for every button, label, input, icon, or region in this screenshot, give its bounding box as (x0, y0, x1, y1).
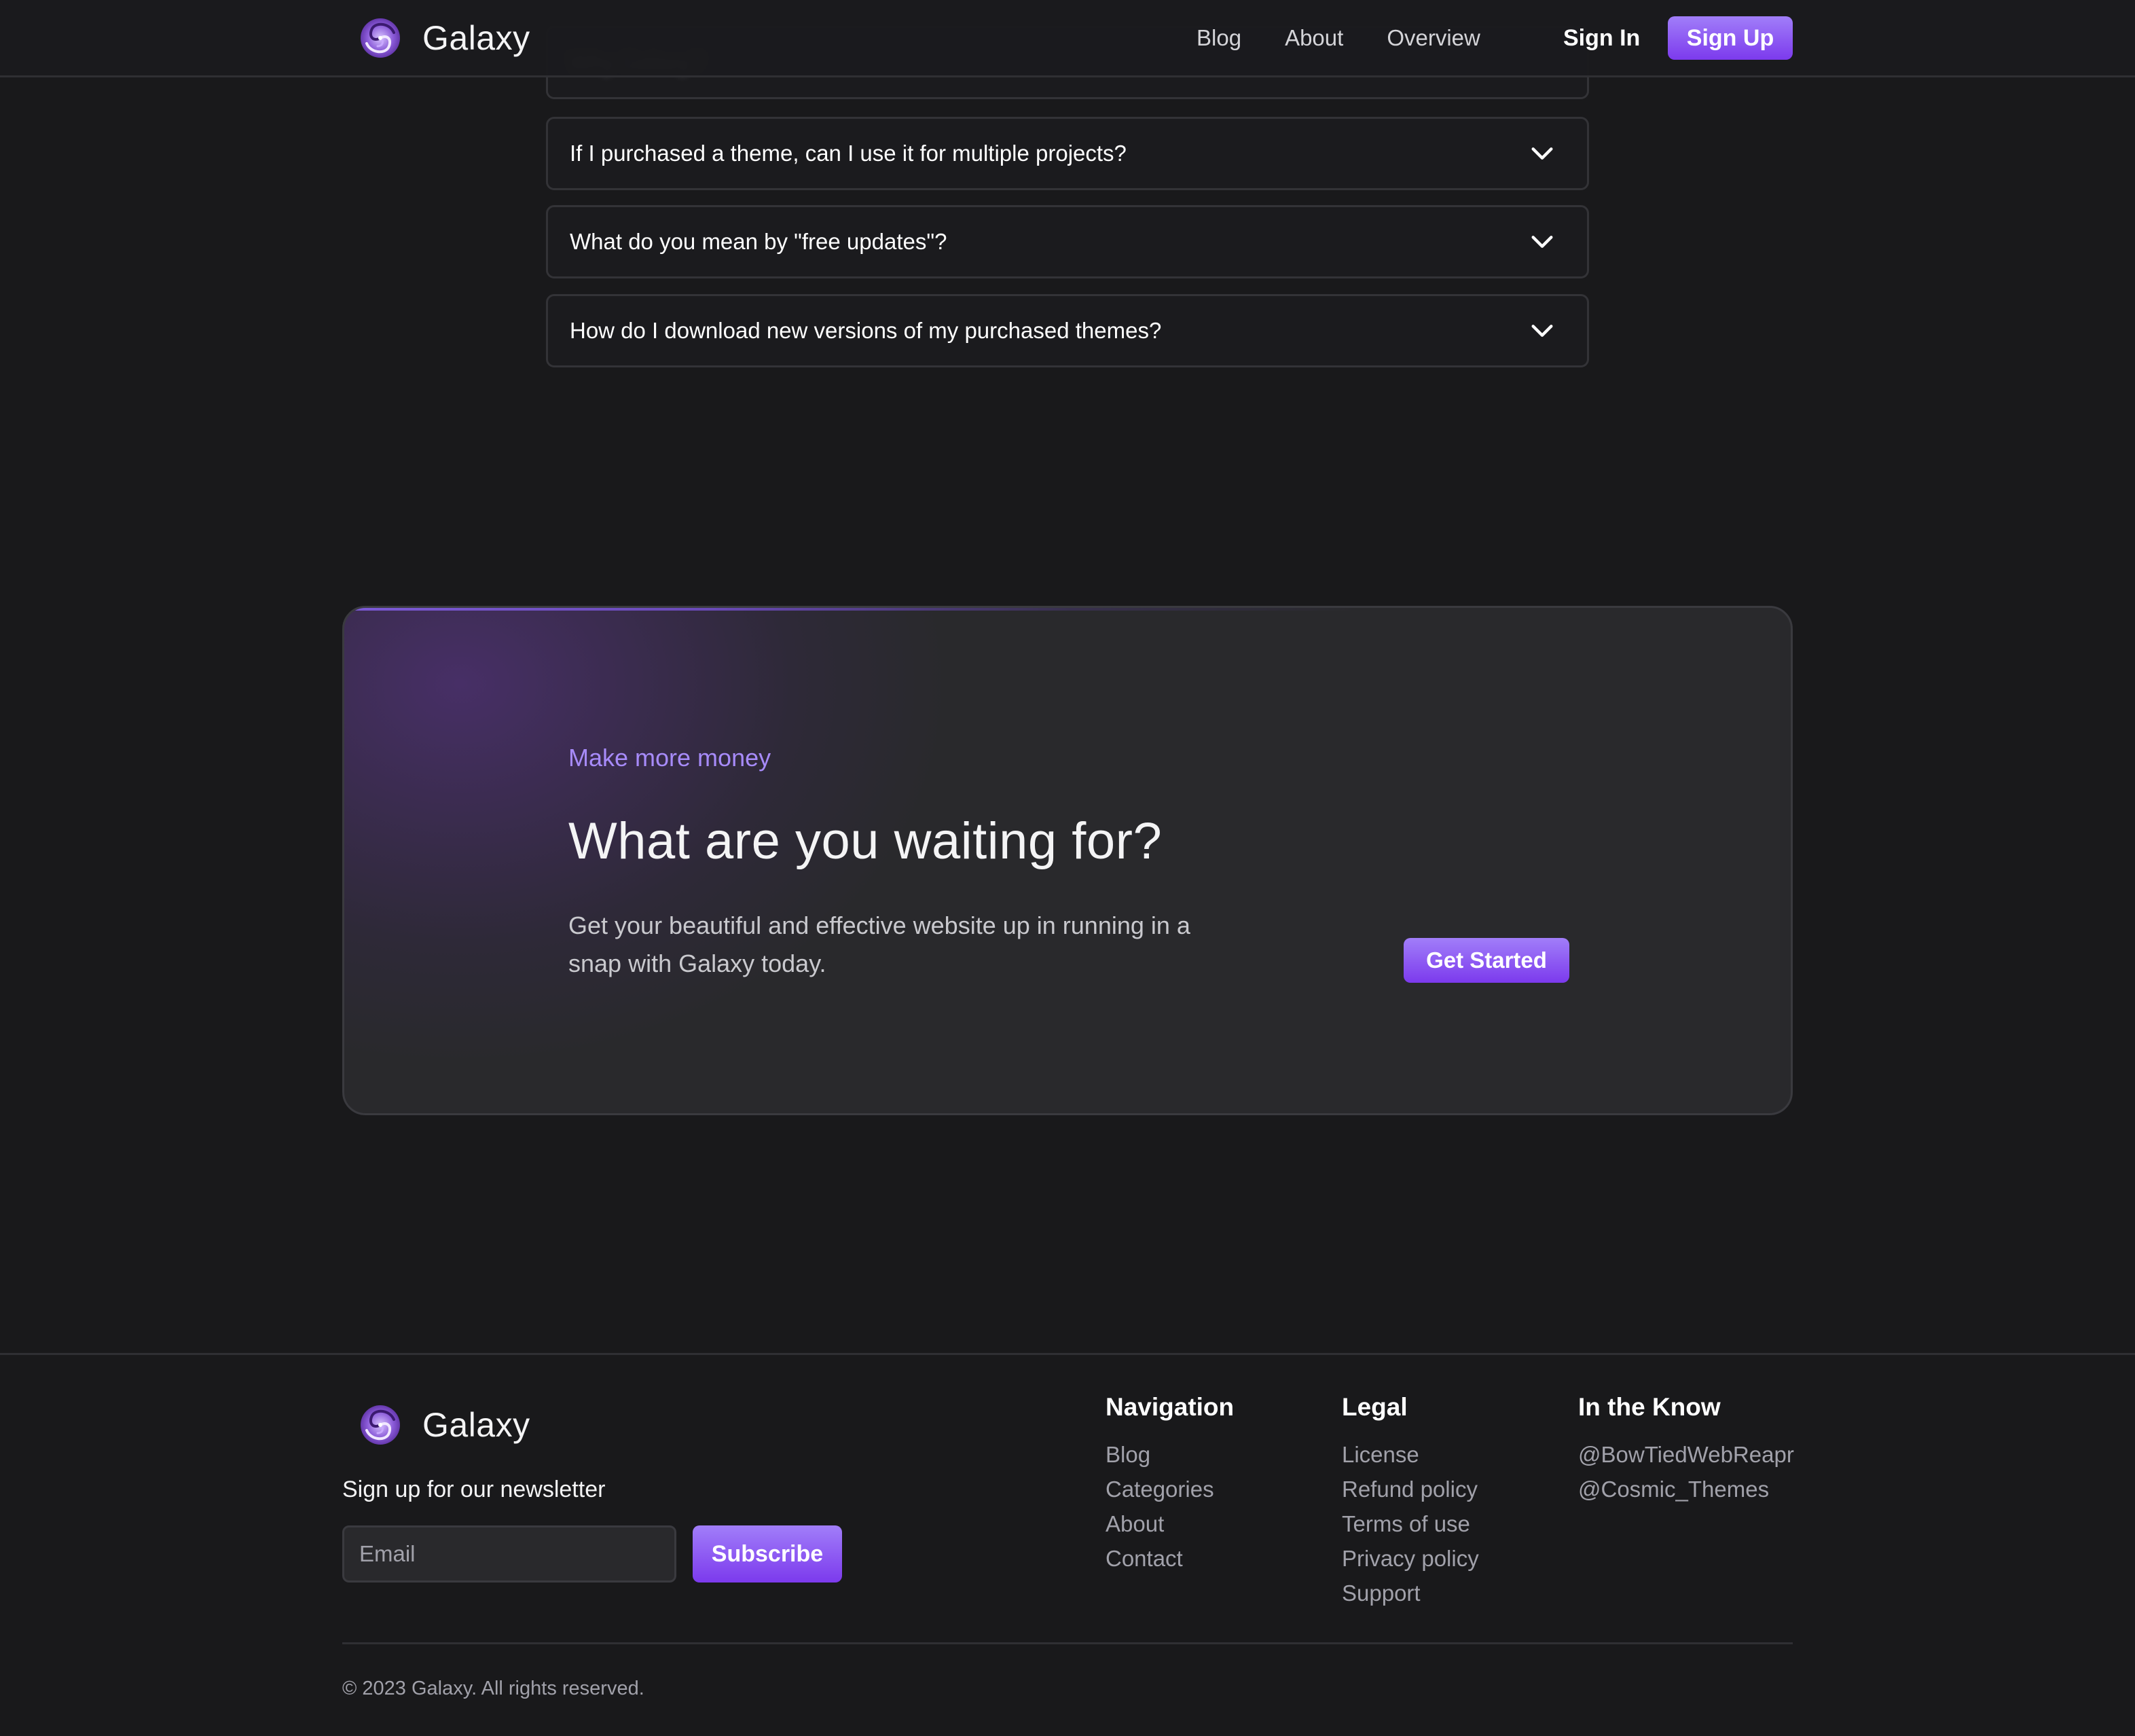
nav-link-overview[interactable]: Overview (1387, 22, 1480, 54)
sign-in-link[interactable]: Sign In (1563, 22, 1640, 54)
newsletter-label: Sign up for our newsletter (342, 1477, 606, 1502)
chevron-down-icon (1531, 147, 1553, 160)
faq-item[interactable]: If I purchased a theme, can I use it for… (546, 117, 1589, 190)
faq-item[interactable]: What do you mean by "free updates"? (546, 205, 1589, 278)
main-nav: Blog About Overview (1197, 22, 1524, 54)
cta-title: What are you waiting for? (568, 812, 1163, 870)
get-started-button[interactable]: Get Started (1404, 938, 1569, 983)
footer-column-legal: Legal License Refund policy Terms of use… (1342, 1391, 1479, 1610)
cta-card: Make more money What are you waiting for… (342, 606, 1793, 1115)
page: Galaxy Blog About Overview Sign In Sign … (0, 0, 2135, 1736)
sign-up-button[interactable]: Sign Up (1668, 16, 1793, 60)
footer-divider (0, 1353, 2135, 1355)
faq-question: If I purchased a theme, can I use it for… (570, 141, 1127, 166)
chevron-down-icon (1531, 325, 1553, 337)
subscribe-button[interactable]: Subscribe (693, 1525, 842, 1583)
brand-home-link[interactable]: Galaxy (359, 16, 530, 60)
footer-link-privacy-policy[interactable]: Privacy policy (1342, 1541, 1479, 1576)
footer-rule (342, 1642, 1793, 1644)
brand-name: Galaxy (422, 19, 530, 57)
cta-description: Get your beautiful and effective website… (568, 911, 1190, 977)
nav-link-about[interactable]: About (1285, 22, 1343, 54)
footer-link-license[interactable]: License (1342, 1437, 1479, 1472)
footer-link-categories[interactable]: Categories (1106, 1472, 1234, 1506)
footer-link-refund-policy[interactable]: Refund policy (1342, 1472, 1479, 1506)
footer-column-title: Legal (1342, 1393, 1408, 1421)
footer-link-blog[interactable]: Blog (1106, 1437, 1234, 1472)
nav-link-blog[interactable]: Blog (1197, 22, 1241, 54)
footer-column-navigation: Navigation Blog Categories About Contact (1106, 1391, 1234, 1576)
copyright-text: © 2023 Galaxy. All rights reserved. (342, 1678, 644, 1699)
footer-column-title: In the Know (1578, 1393, 1721, 1421)
newsletter-email-input[interactable] (342, 1525, 676, 1583)
galaxy-spiral-icon (361, 1405, 400, 1445)
chevron-down-icon (1531, 236, 1553, 248)
faq-item[interactable]: How do I download new versions of my pur… (546, 294, 1589, 367)
site-header: Galaxy Blog About Overview Sign In Sign … (0, 0, 2135, 77)
footer-link-cosmic-themes[interactable]: @Cosmic_Themes (1578, 1472, 1794, 1506)
footer-link-bowtiedwebreapr[interactable]: @BowTiedWebReapr (1578, 1437, 1794, 1472)
footer-brand-link[interactable]: Galaxy (359, 1403, 530, 1447)
footer-brand-name: Galaxy (422, 1406, 530, 1444)
footer-column-title: Navigation (1106, 1393, 1235, 1421)
footer-link-contact[interactable]: Contact (1106, 1541, 1234, 1576)
faq-question: How do I download new versions of my pur… (570, 318, 1162, 343)
footer-link-about[interactable]: About (1106, 1506, 1234, 1541)
footer-link-terms-of-use[interactable]: Terms of use (1342, 1506, 1479, 1541)
footer-link-support[interactable]: Support (1342, 1576, 1479, 1610)
faq-question: What do you mean by "free updates"? (570, 229, 947, 254)
footer-column-in-the-know: In the Know @BowTiedWebReapr @Cosmic_The… (1578, 1391, 1794, 1506)
cta-eyebrow: Make more money (568, 744, 771, 772)
galaxy-spiral-icon (361, 18, 400, 58)
